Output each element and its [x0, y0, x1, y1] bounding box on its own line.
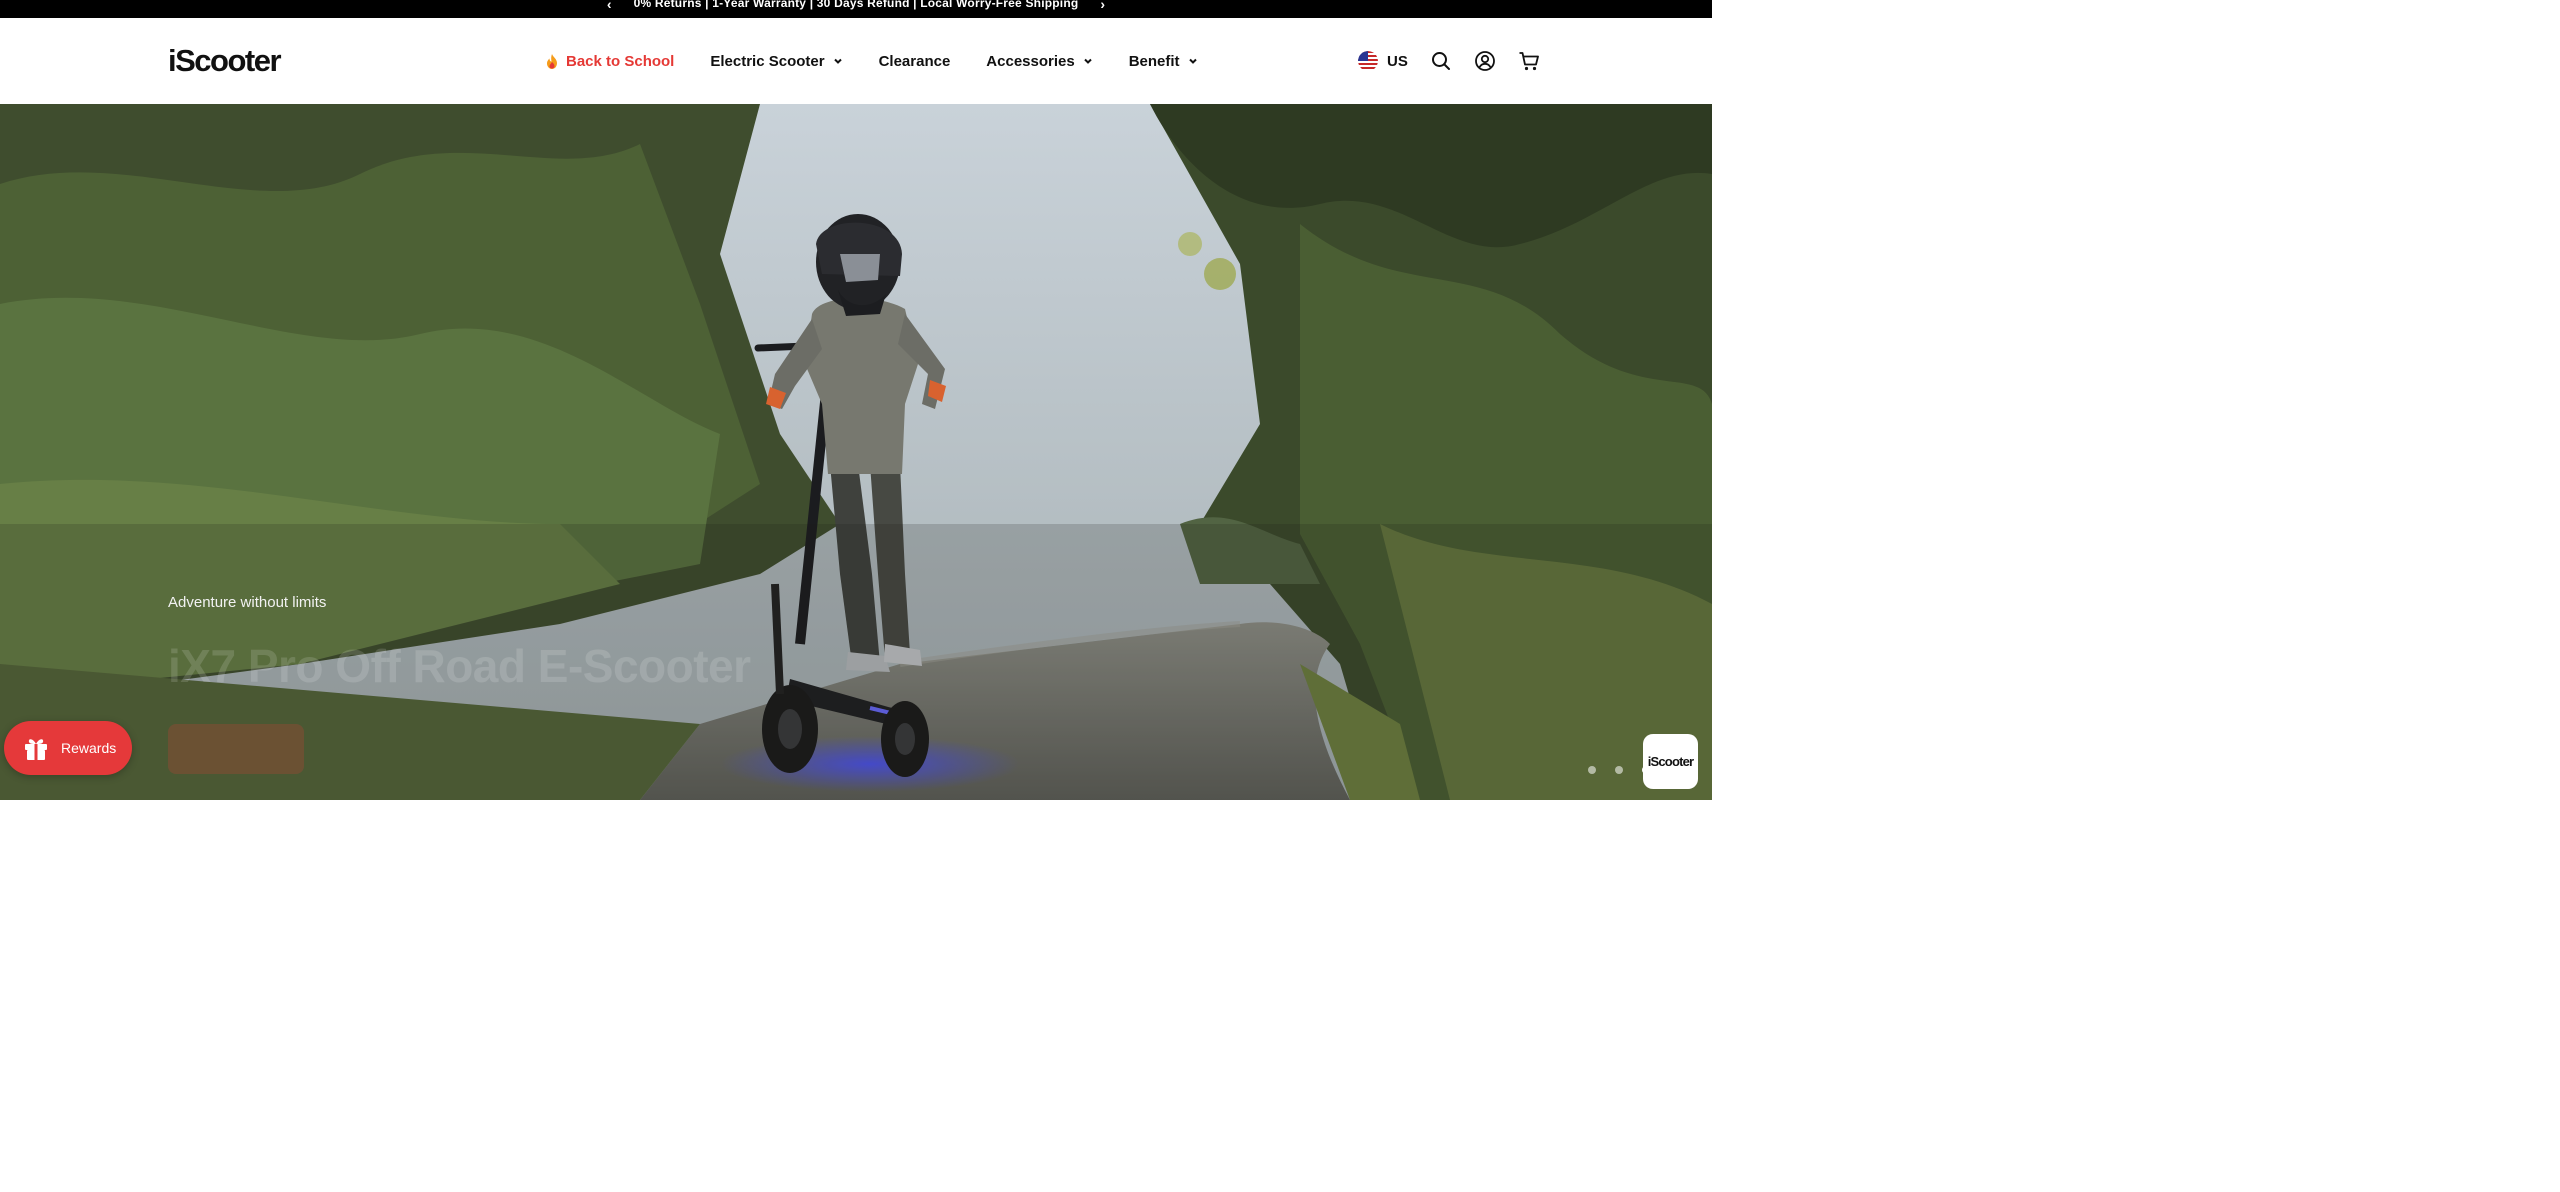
- slide-dot-1[interactable]: [1588, 766, 1596, 774]
- nav-label-clearance: Clearance: [878, 52, 951, 70]
- hero-image: [0, 104, 1712, 800]
- nav-label-accessories: Accessories: [986, 52, 1075, 70]
- chevron-down-icon: [833, 58, 842, 64]
- rewards-label: Rewards: [61, 740, 117, 756]
- slide-dot-2[interactable]: [1615, 766, 1623, 774]
- gift-icon: [25, 739, 47, 760]
- locale-selector[interactable]: US: [1358, 51, 1408, 71]
- brand-chat-badge[interactable]: iScooter: [1643, 734, 1698, 789]
- brand-badge-text: iScooter: [1647, 754, 1694, 769]
- nav-item-electric-scooter[interactable]: Electric Scooter: [710, 53, 842, 70]
- announcement-next-button[interactable]: ›: [1100, 0, 1105, 11]
- hero-title: iX7 Pro Off Road E-Scooter: [168, 640, 751, 692]
- nav-item-back-to-school[interactable]: Back to School: [546, 53, 674, 70]
- nav-label-electric-scooter: Electric Scooter: [710, 52, 825, 70]
- flame-icon: [547, 53, 557, 69]
- announcement-prev-button[interactable]: ‹: [607, 0, 612, 11]
- header-tools: US: [1358, 18, 1540, 104]
- browser-viewport: ‹ 0% Returns | 1-Year Warranty | 30 Days…: [0, 0, 1712, 800]
- hero-eyebrow: Adventure without limits: [168, 594, 327, 611]
- logo-text: iScooter: [168, 43, 282, 78]
- chevron-down-icon: [1083, 58, 1092, 64]
- nav-item-clearance[interactable]: Clearance: [879, 53, 951, 70]
- account-icon[interactable]: [1474, 50, 1496, 72]
- hero-shop-button[interactable]: [168, 724, 304, 774]
- announcement-message[interactable]: 0% Returns | 1-Year Warranty | 30 Days R…: [634, 0, 1079, 10]
- cart-icon[interactable]: [1518, 50, 1540, 72]
- site-header: iScooter Back to School Electric Scooter…: [0, 18, 1712, 105]
- nav-label-benefit: Benefit: [1128, 52, 1180, 70]
- slide-pagination: [1588, 766, 1650, 774]
- locale-label: US: [1387, 52, 1408, 70]
- hero-eyebrow-wrap: Adventure without limits: [168, 594, 326, 611]
- nav-item-benefit[interactable]: Benefit: [1129, 53, 1198, 70]
- us-flag-icon: [1358, 51, 1378, 71]
- nav-label-back-to-school: Back to School: [566, 52, 675, 70]
- hero-slideshow[interactable]: Adventure without limits iX7 Pro Off Roa…: [0, 104, 1712, 800]
- search-icon[interactable]: [1430, 50, 1452, 72]
- site-logo[interactable]: iScooter: [168, 43, 282, 79]
- chevron-down-icon: [1188, 58, 1197, 64]
- nav-item-accessories[interactable]: Accessories: [986, 53, 1092, 70]
- rewards-button[interactable]: Rewards: [4, 721, 132, 775]
- main-nav: Back to School Electric Scooter Clearanc…: [546, 18, 1198, 104]
- announcement-bar: ‹ 0% Returns | 1-Year Warranty | 30 Days…: [0, 0, 1712, 18]
